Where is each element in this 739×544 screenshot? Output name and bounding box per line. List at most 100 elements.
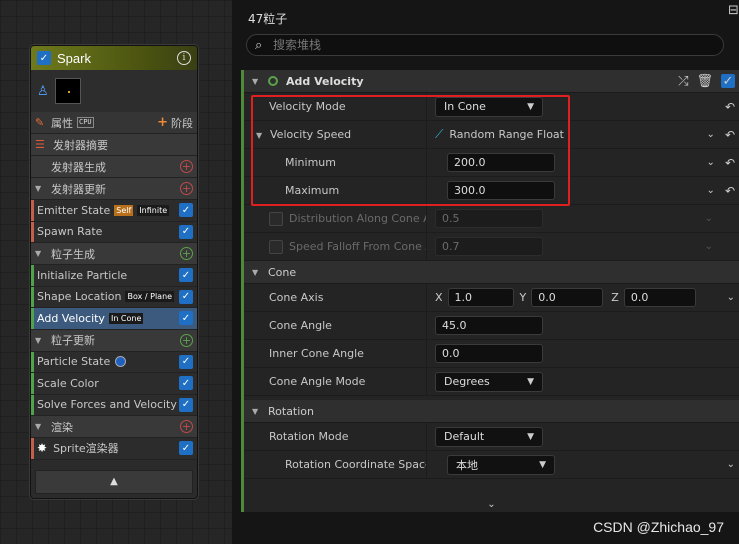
stack-search-box[interactable]: ⌕ <box>246 34 724 56</box>
module-enabled-checkbox[interactable]: ✓ <box>179 354 193 369</box>
trash-icon[interactable]: 🗑 <box>696 74 713 89</box>
speed-falloff-input[interactable]: 0.7 <box>435 237 543 256</box>
cone-axis-y-input[interactable]: 0.0 <box>531 288 604 307</box>
minimum-input[interactable]: 200.0 <box>447 153 555 172</box>
stack-search-input[interactable] <box>273 38 673 52</box>
module-emitter-state[interactable]: Emitter State Self Infinite ✓ <box>31 200 197 222</box>
module-enabled-checkbox[interactable]: ✓ <box>179 397 193 412</box>
inner-cone-angle-input[interactable]: 0.0 <box>435 344 543 363</box>
chevron-down-icon[interactable]: ⌄ <box>707 185 715 196</box>
inner-cone-angle-row: Inner Cone Angle 0.0 <box>244 340 739 368</box>
module-enabled-checkbox[interactable]: ✓ <box>179 224 193 239</box>
chevron-down-icon[interactable]: ⌄ <box>707 157 715 168</box>
speed-falloff-checkbox[interactable] <box>269 239 283 254</box>
module-initialize-particle[interactable]: Initialize Particle ✓ <box>31 265 197 287</box>
module-status-icon <box>268 76 278 86</box>
reset-icon[interactable]: ↶ <box>725 156 735 170</box>
collapse-node-button[interactable]: ▲ <box>35 469 193 494</box>
minimum-row: Minimum 200.0 ⌄ ↶ <box>244 149 739 177</box>
chevron-down-icon: ▼ <box>527 101 534 112</box>
distribution-checkbox[interactable] <box>269 211 283 226</box>
emitter-node-header[interactable]: ✓ Spark i <box>31 46 197 70</box>
chevron-down-icon: ▼ <box>527 431 534 442</box>
module-enabled-checkbox[interactable]: ✓ <box>179 441 193 456</box>
collapse-arrow-icon[interactable]: ▼ <box>35 184 51 193</box>
emitter-summary-row[interactable]: ☰ 发射器摘要 <box>31 134 197 156</box>
cpu-badge: CPU <box>77 117 94 128</box>
module-spawn-rate[interactable]: Spawn Rate ✓ <box>31 221 197 243</box>
shuffle-icon[interactable]: ⤮ <box>678 74 688 89</box>
module-sprite-renderer[interactable]: ✸ Sprite渲染器 ✓ <box>31 438 197 460</box>
cone-axis-row: Cone Axis X 1.0 Y 0.0 Z 0.0 ⌄ <box>244 284 739 312</box>
properties-row[interactable]: ✎ 属性 CPU + 阶段 <box>31 112 197 134</box>
velocity-speed-value[interactable]: Random Range Float <box>449 128 564 141</box>
expand-more-button[interactable]: ⌄ <box>244 499 739 510</box>
velocity-mode-label: Velocity Mode <box>269 100 346 113</box>
chevron-down-icon[interactable]: ⌄ <box>727 292 735 303</box>
collapse-arrow-icon[interactable]: ▼ <box>252 268 268 277</box>
module-add-velocity[interactable]: Add Velocity In Cone ✓ <box>31 308 197 330</box>
module-enabled-checkbox[interactable]: ✓ <box>179 203 193 218</box>
reset-icon[interactable]: ↶ <box>725 184 735 198</box>
emitter-node[interactable]: ✓ Spark i ♙ ✎ 属性 CPU + 阶段 ☰ 发射器摘要 发射器生成 … <box>30 45 198 499</box>
emitter-enabled-checkbox[interactable]: ✓ <box>37 51 51 65</box>
add-velocity-header[interactable]: ▼ Add Velocity ⤮ 🗑 ✓ <box>244 70 739 93</box>
add-module-icon[interactable]: + <box>180 160 193 173</box>
module-enabled-checkbox[interactable]: ✓ <box>179 376 193 391</box>
render-row[interactable]: ▼ 渲染 + <box>31 416 197 438</box>
emitter-spawn-row[interactable]: 发射器生成 + <box>31 156 197 178</box>
stage-button[interactable]: 阶段 <box>171 115 193 131</box>
chevron-down-icon[interactable]: ⌄ <box>705 213 713 224</box>
module-solve-forces[interactable]: Solve Forces and Velocity ✓ <box>31 394 197 416</box>
add-velocity-title: Add Velocity <box>286 74 364 88</box>
properties-label: 属性 <box>51 116 73 130</box>
collapse-arrow-icon[interactable]: ▼ <box>35 249 51 258</box>
module-scale-color[interactable]: Scale Color ✓ <box>31 373 197 395</box>
add-stage-icon[interactable]: + <box>157 115 168 130</box>
chevron-down-icon[interactable]: ⌄ <box>707 129 715 140</box>
add-module-icon[interactable]: + <box>180 333 193 347</box>
emitter-thumbnail[interactable] <box>55 78 81 104</box>
y-axis-label: Y <box>519 291 527 304</box>
chevron-down-icon[interactable]: ⌄ <box>727 459 735 470</box>
node-graph[interactable]: ✓ Spark i ♙ ✎ 属性 CPU + 阶段 ☰ 发射器摘要 发射器生成 … <box>0 0 238 544</box>
emitter-update-row[interactable]: ▼ 发射器更新 + <box>31 178 197 200</box>
z-axis-label: Z <box>611 291 619 304</box>
module-particle-state[interactable]: Particle State ✓ <box>31 351 197 373</box>
distribution-input[interactable]: 0.5 <box>435 209 543 228</box>
collapse-arrow-icon[interactable]: ▼ <box>252 77 268 86</box>
module-enabled-checkbox[interactable]: ✓ <box>179 289 193 304</box>
add-module-icon[interactable]: + <box>180 247 193 260</box>
velocity-speed-row: ▼ Velocity Speed ⟋ Random Range Float ⌄ ↶ <box>244 121 739 149</box>
filter-icon[interactable]: ⊟ <box>728 3 739 18</box>
distribution-row: Distribution Along Cone Ax 0.5 ⌄ <box>244 205 739 233</box>
rotation-coord-space-dropdown[interactable]: 本地 ▼ <box>447 454 555 475</box>
collapse-arrow-icon[interactable]: ▼ <box>35 336 51 345</box>
module-enabled-checkbox[interactable]: ✓ <box>721 74 735 89</box>
maximum-input[interactable]: 300.0 <box>447 181 555 200</box>
list-icon: ☰ <box>35 138 45 151</box>
collapse-arrow-icon[interactable]: ▼ <box>256 131 270 140</box>
module-shape-location[interactable]: Shape Location Box / Plane ✓ <box>31 286 197 308</box>
particle-update-row[interactable]: ▼ 粒子更新 + <box>31 329 197 352</box>
cone-axis-z-input[interactable]: 0.0 <box>623 288 696 307</box>
cone-angle-mode-dropdown[interactable]: Degrees ▼ <box>435 371 543 392</box>
cone-category-header[interactable]: ▼ Cone <box>244 261 739 284</box>
cone-angle-input[interactable]: 45.0 <box>435 316 543 335</box>
module-enabled-checkbox[interactable]: ✓ <box>179 268 193 283</box>
module-enabled-checkbox[interactable]: ✓ <box>179 311 193 326</box>
collapse-arrow-icon[interactable]: ▼ <box>252 407 268 416</box>
particle-spawn-row[interactable]: ▼ 粒子生成 + <box>31 243 197 265</box>
add-module-icon[interactable]: + <box>180 182 193 195</box>
reset-icon[interactable]: ↶ <box>725 100 735 114</box>
rotation-category-header[interactable]: ▼ Rotation <box>244 400 739 423</box>
add-module-icon[interactable]: + <box>180 420 193 433</box>
reset-icon[interactable]: ↶ <box>725 128 735 142</box>
maximum-row: Maximum 300.0 ⌄ ↶ <box>244 177 739 205</box>
collapse-arrow-icon[interactable]: ▼ <box>35 422 51 431</box>
velocity-mode-dropdown[interactable]: In Cone ▼ <box>435 96 543 117</box>
rotation-mode-dropdown[interactable]: Default ▼ <box>435 426 543 447</box>
cone-axis-x-input[interactable]: 1.0 <box>447 288 514 307</box>
info-icon[interactable]: i <box>177 51 191 65</box>
chevron-down-icon[interactable]: ⌄ <box>705 241 713 252</box>
